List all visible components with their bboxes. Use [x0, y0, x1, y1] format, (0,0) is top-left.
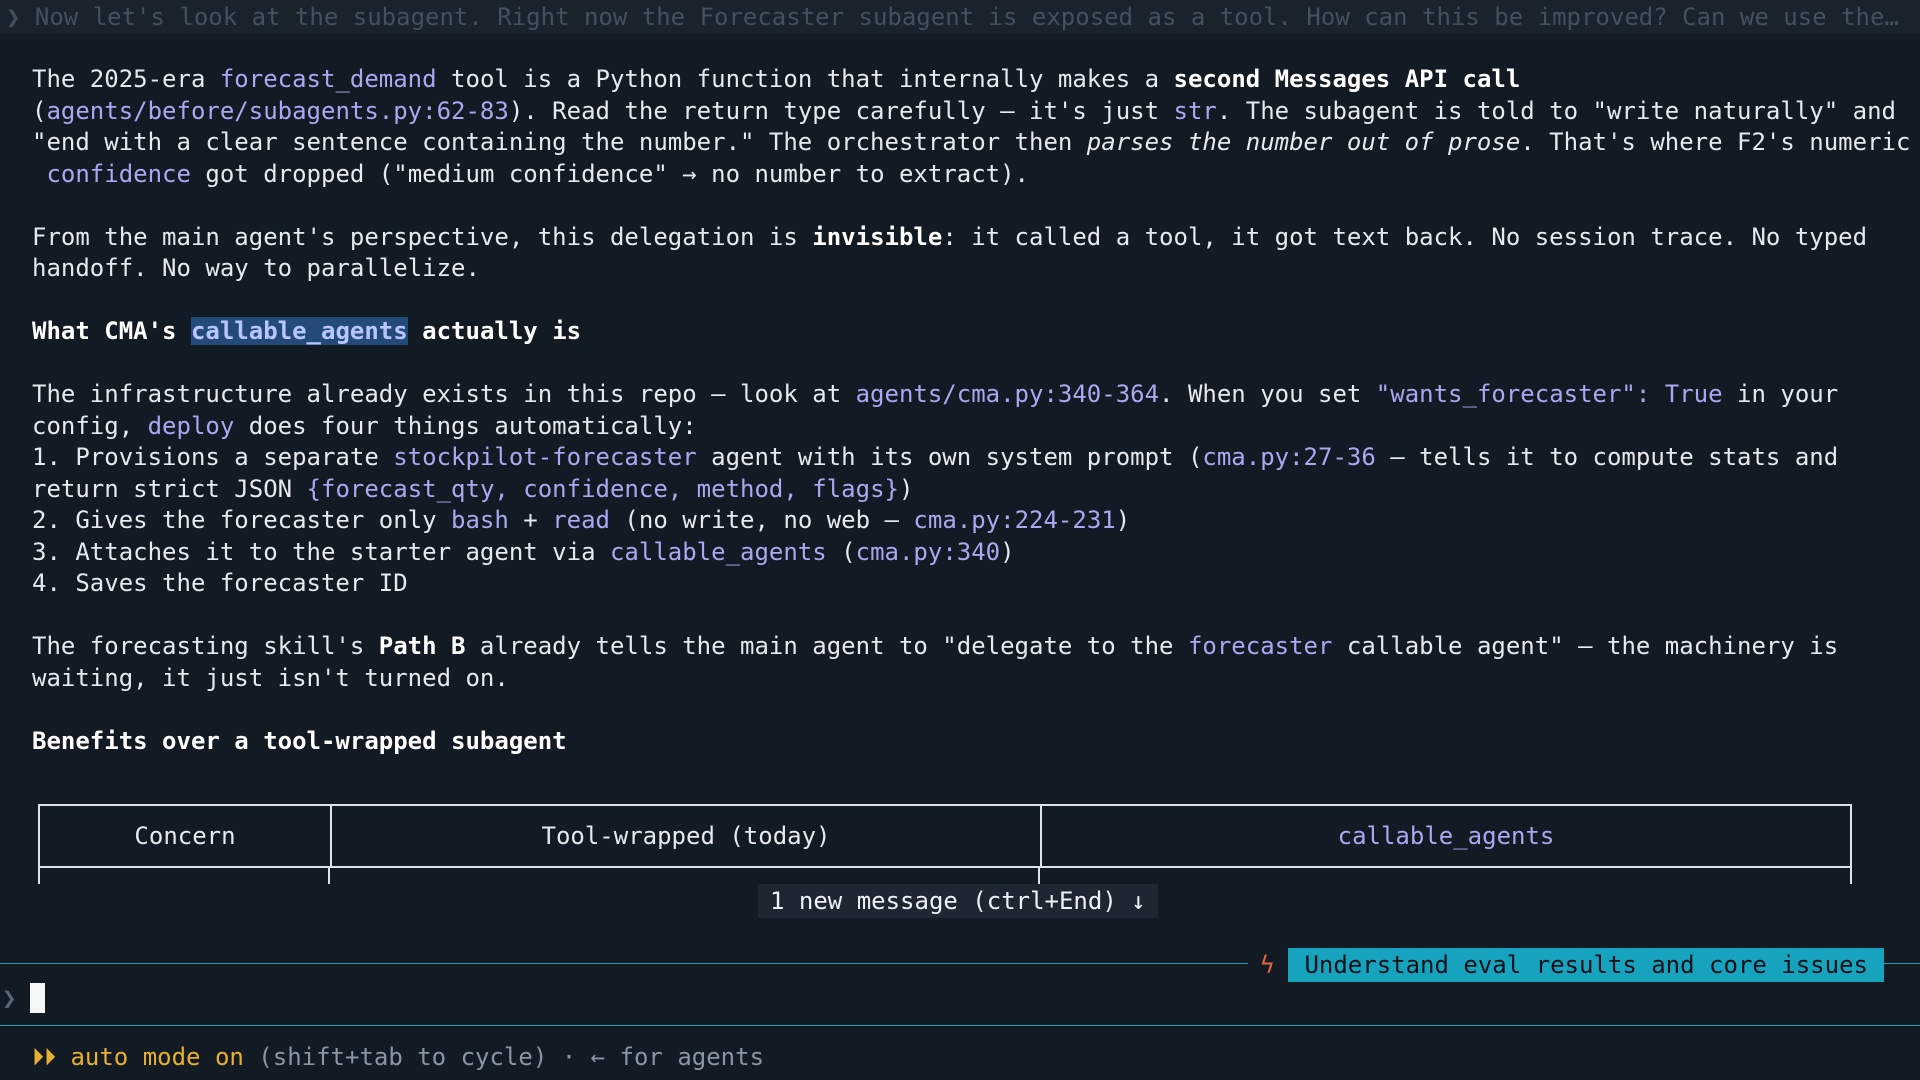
- text: : it called a tool, it got text back. No…: [942, 222, 1868, 251]
- selected-code-span[interactable]: callable_agents: [190, 317, 408, 345]
- text: ): [1000, 537, 1015, 566]
- fast-forward-icon: ⏵⏵: [32, 1043, 56, 1071]
- code-span: cma.py:224-231: [913, 506, 1116, 534]
- code-span: stockpilot-forecaster: [393, 443, 697, 471]
- prompt-input[interactable]: ❯: [0, 976, 1920, 1020]
- italic-text: parses the number out of prose: [1086, 128, 1521, 156]
- table-header-tool-wrapped: Tool-wrapped (today): [330, 806, 1040, 866]
- bold-text: Path B: [378, 632, 466, 660]
- heading-benefits: Benefits over a tool-wrapped subagent: [32, 726, 567, 755]
- paragraph-infrastructure: The infrastructure already exists in thi…: [32, 379, 1912, 600]
- text: ). Read the return type carefully — it's…: [508, 96, 1174, 125]
- code-span: cma.py:340: [855, 537, 1001, 566]
- table-body-edge: [38, 866, 1852, 884]
- comparison-table: Concern Tool-wrapped (today) callable_ag…: [38, 804, 1852, 884]
- text: waiting, it just isn't turned on.: [32, 663, 509, 692]
- code-span: read: [552, 506, 610, 534]
- text: agent with its own system prompt (: [696, 443, 1203, 471]
- text: . When you set: [1159, 380, 1376, 408]
- list-item: 3. Attaches it to the starter agent via …: [32, 538, 1015, 566]
- text: does four things automatically:: [234, 411, 697, 440]
- paragraph-invisible-delegation: From the main agent's perspective, this …: [32, 222, 1912, 285]
- text: config,: [32, 411, 148, 440]
- text: ): [898, 474, 914, 503]
- text: The forecasting skill's: [32, 632, 379, 660]
- text: "end with a clear sentence containing th…: [32, 128, 1087, 156]
- prompt-chevron-icon: ❯: [2, 984, 17, 1012]
- table-border: [38, 866, 40, 884]
- bold-text: invisible: [812, 222, 943, 251]
- text: tool is a Python function that internall…: [436, 65, 1174, 93]
- text: (no write, no web —: [609, 506, 914, 534]
- code-span: cma.py:27-36: [1202, 443, 1376, 471]
- table-border: [328, 866, 330, 884]
- bold-text: second Messages API call: [1173, 65, 1521, 93]
- code-span: callable_agents: [609, 537, 827, 566]
- text: actually is: [407, 317, 582, 345]
- input-bottom-divider: [0, 1025, 1920, 1026]
- text: callable agent" — the machinery is: [1332, 632, 1839, 660]
- text: . That's where F2's numeric: [1520, 128, 1911, 156]
- list-item: 1. Provisions a separate stockpilot-fore…: [32, 443, 1838, 503]
- text: got dropped ("medium confidence" → no nu…: [190, 159, 1030, 188]
- paragraph-path-b: The forecasting skill's Path B already t…: [32, 631, 1912, 694]
- list-item: 4. Saves the forecaster ID: [32, 569, 408, 597]
- code-span: confidence: [46, 159, 191, 188]
- text: . The subagent is told to "write natural…: [1216, 96, 1896, 125]
- text: The infrastructure already exists in thi…: [32, 380, 856, 408]
- table-border: [1850, 866, 1852, 884]
- mode-hint: (shift+tab to cycle) · ← for agents: [243, 1043, 765, 1071]
- text: already tells the main agent to "delegat…: [465, 632, 1188, 660]
- text: in your: [1722, 380, 1839, 408]
- text: (: [826, 537, 856, 566]
- previous-prompt: ❯ Now let's look at the subagent. Right …: [0, 0, 1920, 34]
- text: 1. Provisions a separate: [32, 443, 394, 471]
- text: (: [32, 96, 47, 125]
- code-span: str: [1173, 96, 1217, 125]
- text: ): [1115, 506, 1131, 534]
- assistant-response: The 2025-era forecast_demand tool is a P…: [32, 64, 1912, 757]
- heading-callable-agents: What CMA's callable_agents actually is: [32, 316, 1912, 348]
- code-span: "wants_forecaster": True: [1375, 380, 1723, 408]
- text: return strict JSON: [32, 474, 307, 503]
- list-item: 2. Gives the forecaster only bash + read…: [32, 506, 1130, 534]
- table-header-row: Concern Tool-wrapped (today) callable_ag…: [38, 804, 1852, 868]
- code-span: {forecast_qty, confidence, method, flags…: [306, 474, 899, 503]
- new-message-button[interactable]: 1 new message (ctrl+End) ↓: [758, 884, 1158, 918]
- code-span: forecast_demand: [219, 65, 437, 93]
- code-span: agents/cma.py:340-364: [855, 380, 1160, 408]
- code-span: agents/before/subagents.py:62-83: [46, 96, 509, 125]
- text: What CMA's: [32, 317, 191, 345]
- paragraph-forecast-tool: The 2025-era forecast_demand tool is a P…: [32, 64, 1912, 190]
- lightning-bolt-icon: ϟ: [1260, 951, 1275, 979]
- auto-mode-label: auto mode on: [70, 1043, 244, 1071]
- text: 3. Attaches it to the starter agent via: [32, 537, 610, 566]
- text: handoff. No way to parallelize.: [32, 254, 480, 282]
- code-span: deploy: [147, 411, 235, 440]
- code-span: forecaster: [1187, 632, 1333, 660]
- text: 2. Gives the forecaster only: [32, 506, 452, 534]
- text: The 2025-era: [32, 65, 220, 93]
- text: From the main agent's perspective, this …: [32, 222, 813, 251]
- code-span: bash: [451, 506, 509, 534]
- table-header-concern: Concern: [134, 822, 236, 850]
- mode-status[interactable]: ⏵⏵ auto mode on (shift+tab to cycle) · ←…: [32, 1040, 764, 1074]
- text: +: [508, 506, 553, 534]
- text-cursor: [30, 983, 45, 1013]
- text: — tells it to compute stats and: [1375, 443, 1839, 471]
- table-border: [1038, 866, 1040, 884]
- table-header-callable-agents: callable_agents: [1040, 806, 1850, 866]
